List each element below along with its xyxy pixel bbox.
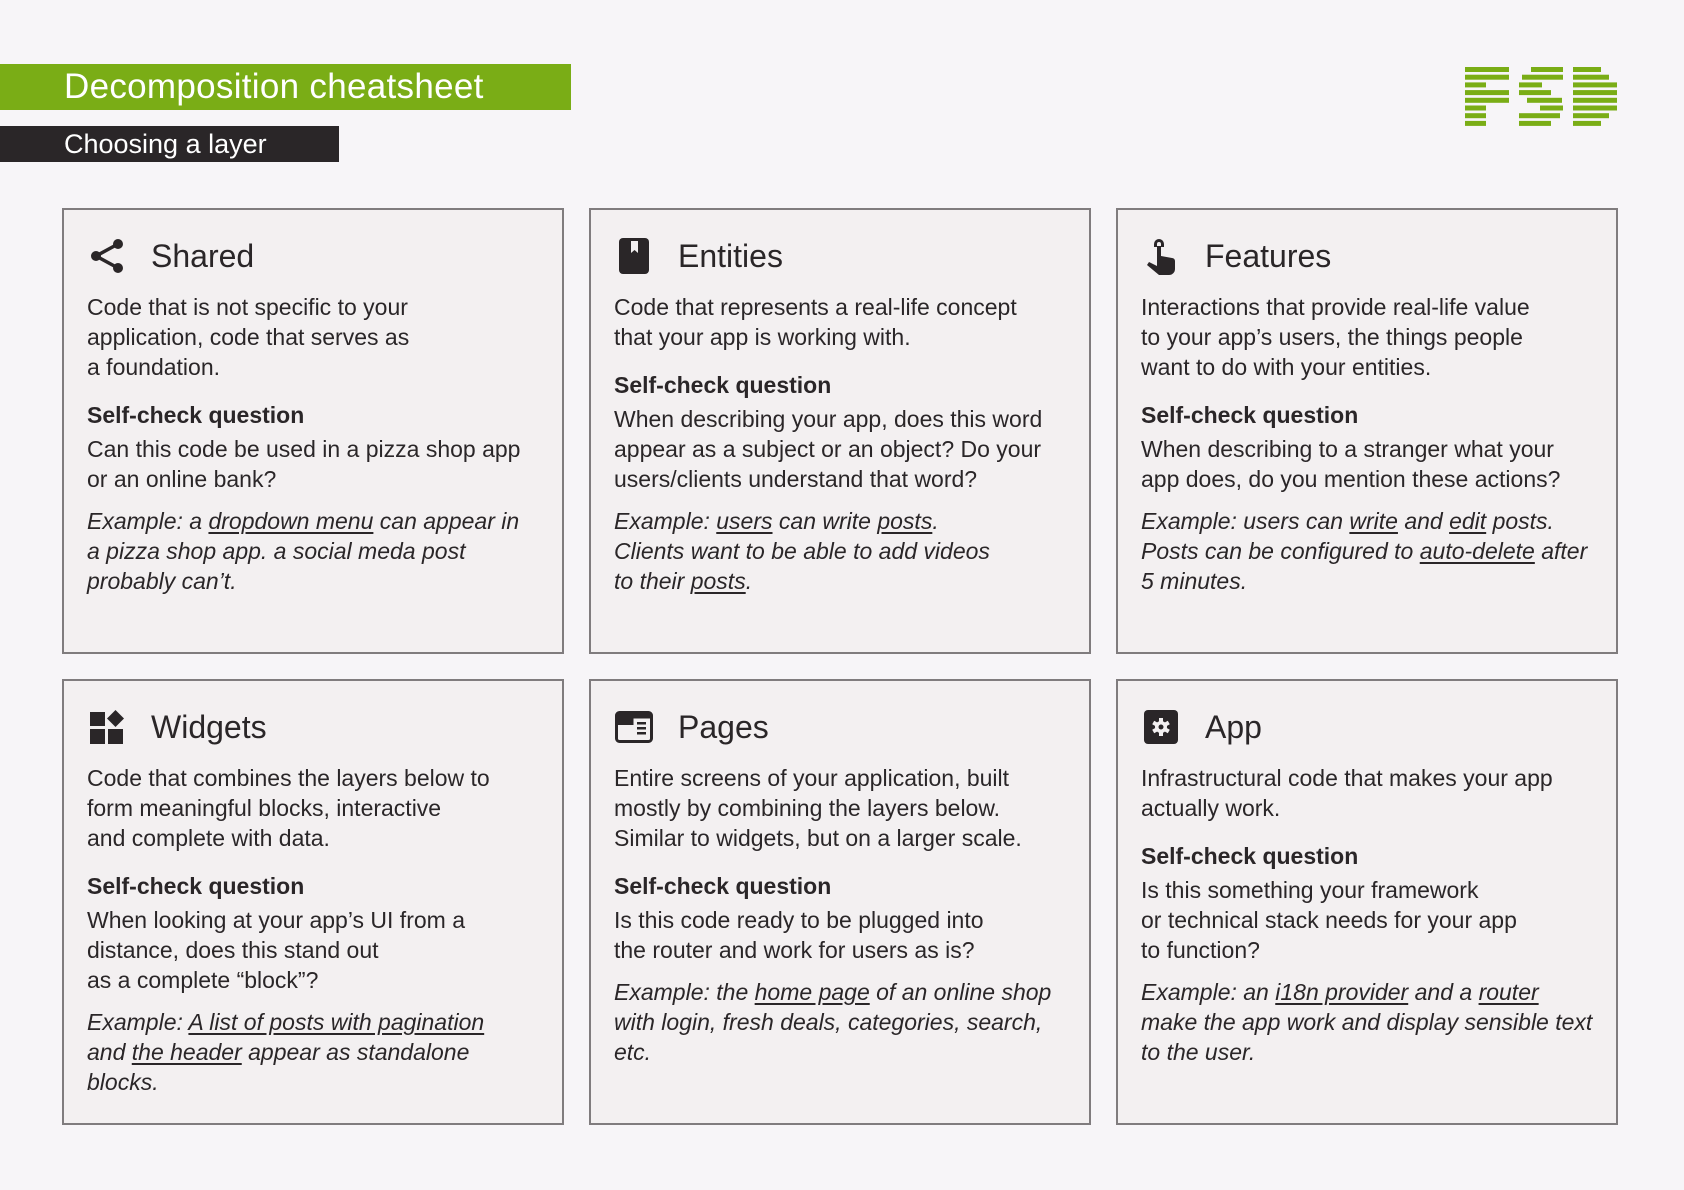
logo-bar-D	[1573, 82, 1617, 88]
question-label: Self-check question	[614, 372, 832, 398]
card-description: Infrastructural code that makes your app…	[1141, 765, 1553, 821]
card-example: Example: the home page of an online shop…	[614, 979, 1052, 1065]
card-description: Code that represents a real-life concept…	[614, 294, 1017, 350]
question-label: Self-check question	[614, 873, 832, 899]
question-label: Self-check question	[1141, 843, 1359, 869]
card-title: Pages	[678, 708, 769, 745]
layer-card-pages: Pages Entire screens of your application…	[589, 679, 1091, 1125]
underlined-term: write	[1349, 508, 1398, 534]
self-check-question: When describing your app, does this word…	[614, 406, 1043, 492]
logo-bar-F	[1465, 105, 1486, 111]
card-title: App	[1205, 708, 1262, 745]
layer-card-shared: Shared Code that is not specific to your…	[62, 208, 564, 654]
question-label: Self-check question	[87, 402, 305, 428]
logo-bar-F	[1465, 120, 1486, 126]
underlined-term: users	[716, 508, 773, 534]
card-title: Entities	[678, 237, 783, 274]
layer-card-entities: Entities Code that represents a real-lif…	[589, 208, 1091, 654]
gear-icon	[1141, 707, 1181, 747]
logo-bar-D	[1573, 90, 1617, 96]
card-description: Interactions that provide real-life valu…	[1141, 294, 1530, 380]
self-check-question: Is this code ready to be plugged into th…	[614, 907, 984, 963]
logo-bar-S	[1522, 74, 1563, 80]
self-check-question: When describing to a stranger what your …	[1141, 436, 1561, 492]
card-example: Example: users can write and edit posts.…	[1141, 508, 1588, 594]
card-description: Entire screens of your application, buil…	[614, 765, 1022, 851]
fsd-logo	[1465, 67, 1617, 126]
underlined-term: i18n provider	[1275, 979, 1409, 1005]
logo-bar-S	[1519, 82, 1542, 88]
logo-bar-F	[1465, 97, 1509, 103]
self-check-question: Can this code be used in a pizza shop ap…	[87, 436, 521, 492]
underlined-term: home page	[754, 979, 870, 1005]
card-description: Code that combines the layers below to f…	[87, 765, 490, 851]
self-check-question: When looking at your app’s UI from a dis…	[87, 907, 465, 993]
pointing-hand-icon	[1141, 236, 1181, 276]
logo-bar-S	[1540, 105, 1563, 111]
card-example: Example: A list of posts with pagination…	[87, 1009, 485, 1095]
logo-bar-D	[1573, 120, 1601, 126]
underlined-term: A list of posts with pagination	[188, 1009, 485, 1035]
underlined-term: auto-delete	[1419, 538, 1535, 564]
page-subtitle: Choosing a layer	[0, 126, 339, 162]
logo-bar-S	[1519, 90, 1551, 96]
underlined-term: the header	[131, 1039, 242, 1065]
logo-bar-F	[1465, 90, 1509, 96]
logo-bar-D	[1573, 74, 1609, 80]
underlined-term: edit	[1449, 508, 1487, 534]
logo-bar-S	[1519, 120, 1551, 126]
web-page-icon	[614, 707, 654, 747]
bookmark-book-icon	[614, 236, 654, 276]
underlined-term: posts	[690, 568, 746, 594]
logo-bar-S	[1531, 67, 1563, 72]
self-check-question: Is this something your framework or tech…	[1141, 877, 1517, 963]
card-example: Example: users can write posts. Clients …	[614, 508, 990, 594]
logo-bar-F	[1465, 113, 1486, 119]
logo-bar-D	[1573, 105, 1617, 111]
layer-card-features: Features Interactions that provide real-…	[1116, 208, 1618, 654]
logo-bar-D	[1573, 97, 1617, 103]
widgets-icon	[87, 707, 127, 747]
page-title: Decomposition cheatsheet	[0, 64, 571, 110]
card-example: Example: an i18n provider and a router m…	[1141, 979, 1593, 1065]
logo-bar-F	[1465, 67, 1509, 72]
card-description: Code that is not specific to your applic…	[87, 294, 410, 380]
logo-bar-D	[1573, 113, 1609, 119]
card-example: Example: a dropdown menu can appear in a…	[87, 508, 520, 594]
underlined-term: router	[1478, 979, 1539, 1005]
logo-bar-S	[1519, 113, 1560, 119]
underlined-term: posts	[877, 508, 933, 534]
layer-card-widgets: Widgets Code that combines the layers be…	[62, 679, 564, 1125]
card-title: Features	[1205, 237, 1332, 274]
logo-bar-D	[1573, 67, 1601, 72]
question-label: Self-check question	[1141, 402, 1359, 428]
card-title: Widgets	[151, 708, 267, 745]
share-icon	[87, 236, 127, 276]
logo-bar-F	[1465, 82, 1486, 88]
layer-card-app: App Infrastructural code that makes your…	[1116, 679, 1618, 1125]
underlined-term: dropdown menu	[208, 508, 374, 534]
question-label: Self-check question	[87, 873, 305, 899]
card-title: Shared	[151, 237, 255, 274]
logo-bar-S	[1527, 97, 1562, 103]
logo-bar-F	[1465, 74, 1509, 80]
